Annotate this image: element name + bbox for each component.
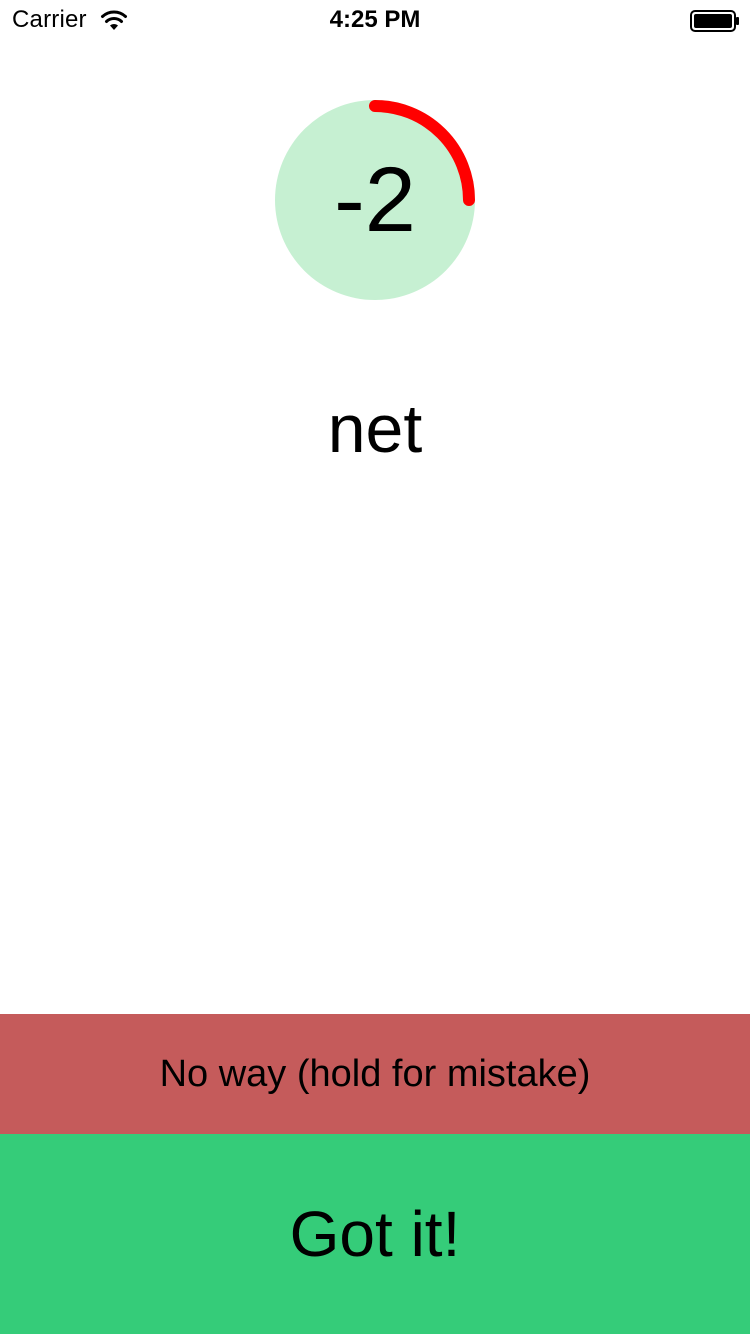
current-word: net — [327, 391, 423, 467]
status-bar: Carrier 4:25 PM — [0, 0, 750, 40]
status-time: 4:25 PM — [329, 6, 421, 33]
countdown-timer: -2 — [275, 100, 475, 300]
timer-value: -2 — [334, 149, 416, 251]
no-way-button-label: No way (hold for mistake) — [159, 1052, 591, 1095]
no-way-button[interactable]: No way (hold for mistake) — [0, 1014, 750, 1134]
got-it-button[interactable]: Got it! — [0, 1134, 750, 1334]
game-screen: Carrier 4:25 PM -2 net No way (hold for … — [0, 0, 750, 1334]
battery-icon — [690, 10, 739, 32]
got-it-button-label: Got it! — [289, 1198, 461, 1270]
